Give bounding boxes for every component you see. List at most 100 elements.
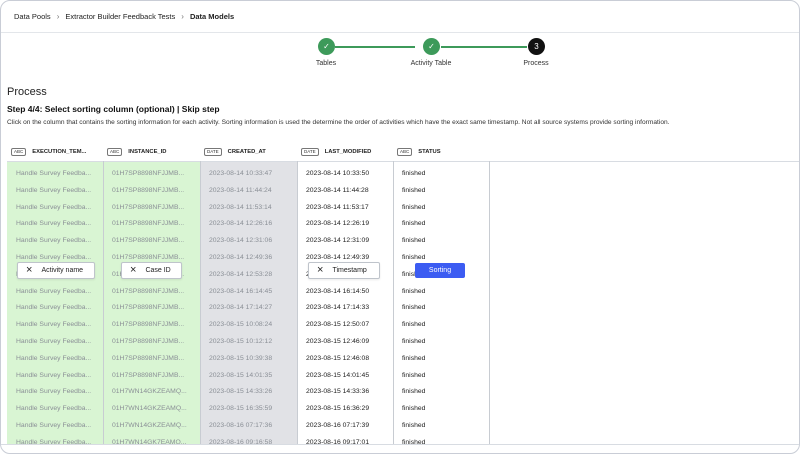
column-body[interactable]: 2023-08-14 10:33:50 2023-08-14 11:44:28 20…	[297, 161, 393, 445]
table-cell: 2023-08-14 17:14:27	[209, 304, 273, 312]
step-heading: Step 4/4: Select sorting column (optiona…	[7, 104, 220, 114]
table-cell: 2023-08-15 14:33:26	[209, 388, 273, 396]
column-body	[489, 161, 799, 445]
table-cell: Handle Survey Feedba...	[16, 405, 92, 413]
table-cell: 2023-08-14 12:49:39	[306, 254, 370, 261]
table-cell: Handle Survey Feedba...	[16, 371, 92, 379]
chip-label: Case ID	[145, 267, 171, 274]
table-cell: 2023-08-14 12:53:28	[209, 270, 273, 278]
table-cell: 01H7SP8898NFJJMB...	[112, 304, 185, 312]
table-cell: Handle Survey Feedba...	[16, 237, 92, 245]
column-header[interactable]: ABC STATUS	[393, 143, 489, 161]
table-cell: finished	[402, 338, 426, 345]
chip-label: Timestamp	[332, 267, 367, 274]
table-cell: Handle Survey Feedba...	[16, 304, 92, 312]
table-cell: finished	[402, 405, 426, 413]
skip-step-link[interactable]: Skip step	[182, 104, 220, 114]
table-cell: 01H7WN14GKZEAMQ...	[112, 422, 187, 429]
column-name: STATUS	[418, 149, 441, 155]
column-name: CREATED_AT	[227, 149, 266, 155]
case-id-mapping-chip[interactable]: × Case ID	[121, 262, 182, 279]
breadcrumb: Data Pools › Extractor Builder Feedback …	[14, 10, 234, 22]
table-cell: finished	[402, 220, 426, 228]
column-status[interactable]: ABC STATUS finished finished finished finis…	[393, 143, 489, 445]
activity-name-mapping-chip[interactable]: × Activity name	[17, 262, 95, 279]
type-badge: ABC	[107, 148, 123, 156]
table-cell: finished	[402, 254, 426, 261]
table-cell: Handle Survey Feedba...	[16, 203, 92, 211]
table-cell: 01H7WN14GKZEAMQ...	[112, 388, 187, 396]
table-cell: 01H7SP8898NFJJMB...	[112, 321, 185, 329]
data-table: ABC EXECUTION_TEM... Handle Survey Feedb…	[7, 143, 799, 445]
table-cell: 2023-08-14 10:33:50	[306, 170, 370, 177]
close-icon[interactable]: ×	[317, 265, 323, 276]
table-cell: 2023-08-15 10:08:24	[209, 321, 273, 329]
step-activity-table-label: Activity Table	[410, 60, 452, 67]
step-tables-label: Tables	[315, 60, 337, 67]
table-cell: 2023-08-14 12:31:09	[306, 237, 370, 245]
table-cell: Handle Survey Feedba...	[16, 354, 92, 362]
sorting-button[interactable]: Sorting	[415, 263, 465, 278]
table-cell: 2023-08-15 14:01:45	[306, 371, 370, 379]
column-instance-id[interactable]: ABC INSTANCE_ID 01H7SP8898NFJJMB... 01H7S…	[103, 143, 200, 445]
step-process-label: Process	[523, 60, 549, 67]
breadcrumb-extractor-builder[interactable]: Extractor Builder Feedback Tests	[65, 12, 175, 21]
timestamp-mapping-chip[interactable]: × Timestamp	[308, 262, 380, 279]
column-header[interactable]: DATE CREATED_AT	[200, 143, 297, 161]
column-execution-template[interactable]: ABC EXECUTION_TEM... Handle Survey Feedb…	[7, 143, 103, 445]
column-divider	[297, 161, 298, 445]
chevron-right-icon: ›	[181, 11, 184, 21]
column-body[interactable]: finished finished finished finished finished…	[393, 161, 489, 445]
table-cell: Handle Survey Feedba...	[16, 338, 92, 345]
table-cell: 2023-08-14 12:31:06	[209, 237, 273, 245]
table-cell: Handle Survey Feedba...	[16, 287, 92, 295]
table-cell: 01H7WN14GKZEAMQ...	[112, 405, 187, 413]
step-connector	[441, 46, 527, 48]
close-icon[interactable]: ×	[26, 265, 32, 276]
table-cell: 2023-08-15 12:46:08	[306, 354, 370, 362]
page-title: Process	[7, 86, 47, 98]
column-divider	[393, 161, 394, 445]
table-cell: 01H7SP8898NFJJMB...	[112, 170, 185, 177]
table-cell: finished	[402, 304, 426, 312]
breadcrumb-data-pools[interactable]: Data Pools	[14, 12, 51, 21]
step-heading-divider: |	[177, 104, 180, 114]
app-frame: Data Pools › Extractor Builder Feedback …	[0, 0, 800, 454]
table-cell: 2023-08-15 12:50:07	[306, 321, 370, 329]
step-activity-table-check-icon[interactable]: ✓	[423, 38, 440, 55]
table-cell: Handle Survey Feedba...	[16, 422, 92, 429]
column-body[interactable]: Handle Survey Feedba... Handle Survey Fee…	[7, 161, 103, 445]
close-icon[interactable]: ×	[130, 265, 136, 276]
type-badge: ABC	[11, 148, 27, 156]
type-badge: ABC	[397, 148, 413, 156]
step-tables-check-icon[interactable]: ✓	[318, 38, 335, 55]
column-body[interactable]: 01H7SP8898NFJJMB... 01H7SP8898NFJJMB... 01…	[103, 161, 200, 445]
column-last-modified[interactable]: DATE LAST_MODIFIED 2023-08-14 10:33:50 20…	[297, 143, 393, 445]
column-header[interactable]: ABC EXECUTION_TEM...	[7, 143, 103, 161]
table-cell: 2023-08-14 12:49:36	[209, 254, 273, 261]
table-cell: 2023-08-14 17:14:33	[306, 304, 370, 312]
column-created-at[interactable]: DATE CREATED_AT 2023-08-14 10:33:47 2023-…	[200, 143, 297, 445]
header-divider	[1, 32, 799, 33]
column-header[interactable]: DATE LAST_MODIFIED	[297, 143, 393, 161]
step-process-number: 3	[528, 38, 545, 55]
type-badge: DATE	[204, 148, 222, 156]
column-body[interactable]: 2023-08-14 10:33:47 2023-08-14 11:44:24 20…	[200, 161, 297, 445]
column-header[interactable]: ABC INSTANCE_ID	[103, 143, 200, 161]
table-cell: 01H7SP8898NFJJMB...	[112, 287, 185, 295]
table-cell: 01H7SP8898NFJJMB...	[112, 371, 185, 379]
table-cell: 2023-08-15 12:46:09	[306, 338, 370, 345]
table-cell: finished	[402, 170, 426, 177]
table-cell: 2023-08-14 16:14:50	[306, 287, 370, 295]
step-description: Click on the column that contains the so…	[7, 119, 670, 126]
table-cell: 2023-08-14 11:44:24	[209, 186, 272, 194]
footer-divider	[1, 444, 799, 445]
table-cell: 2023-08-15 16:35:59	[209, 405, 273, 413]
column-divider	[489, 161, 490, 445]
table-cell: 01H7SP8898NFJJMB...	[112, 237, 185, 245]
table-cell: Handle Survey Feedba...	[16, 254, 92, 261]
column-divider	[103, 161, 104, 445]
column-name: EXECUTION_TEM...	[32, 149, 87, 155]
stepper: ✓ Tables ✓ Activity Table 3 Process	[1, 37, 799, 73]
table-cell: 01H7SP8898NFJJMB...	[112, 186, 185, 194]
